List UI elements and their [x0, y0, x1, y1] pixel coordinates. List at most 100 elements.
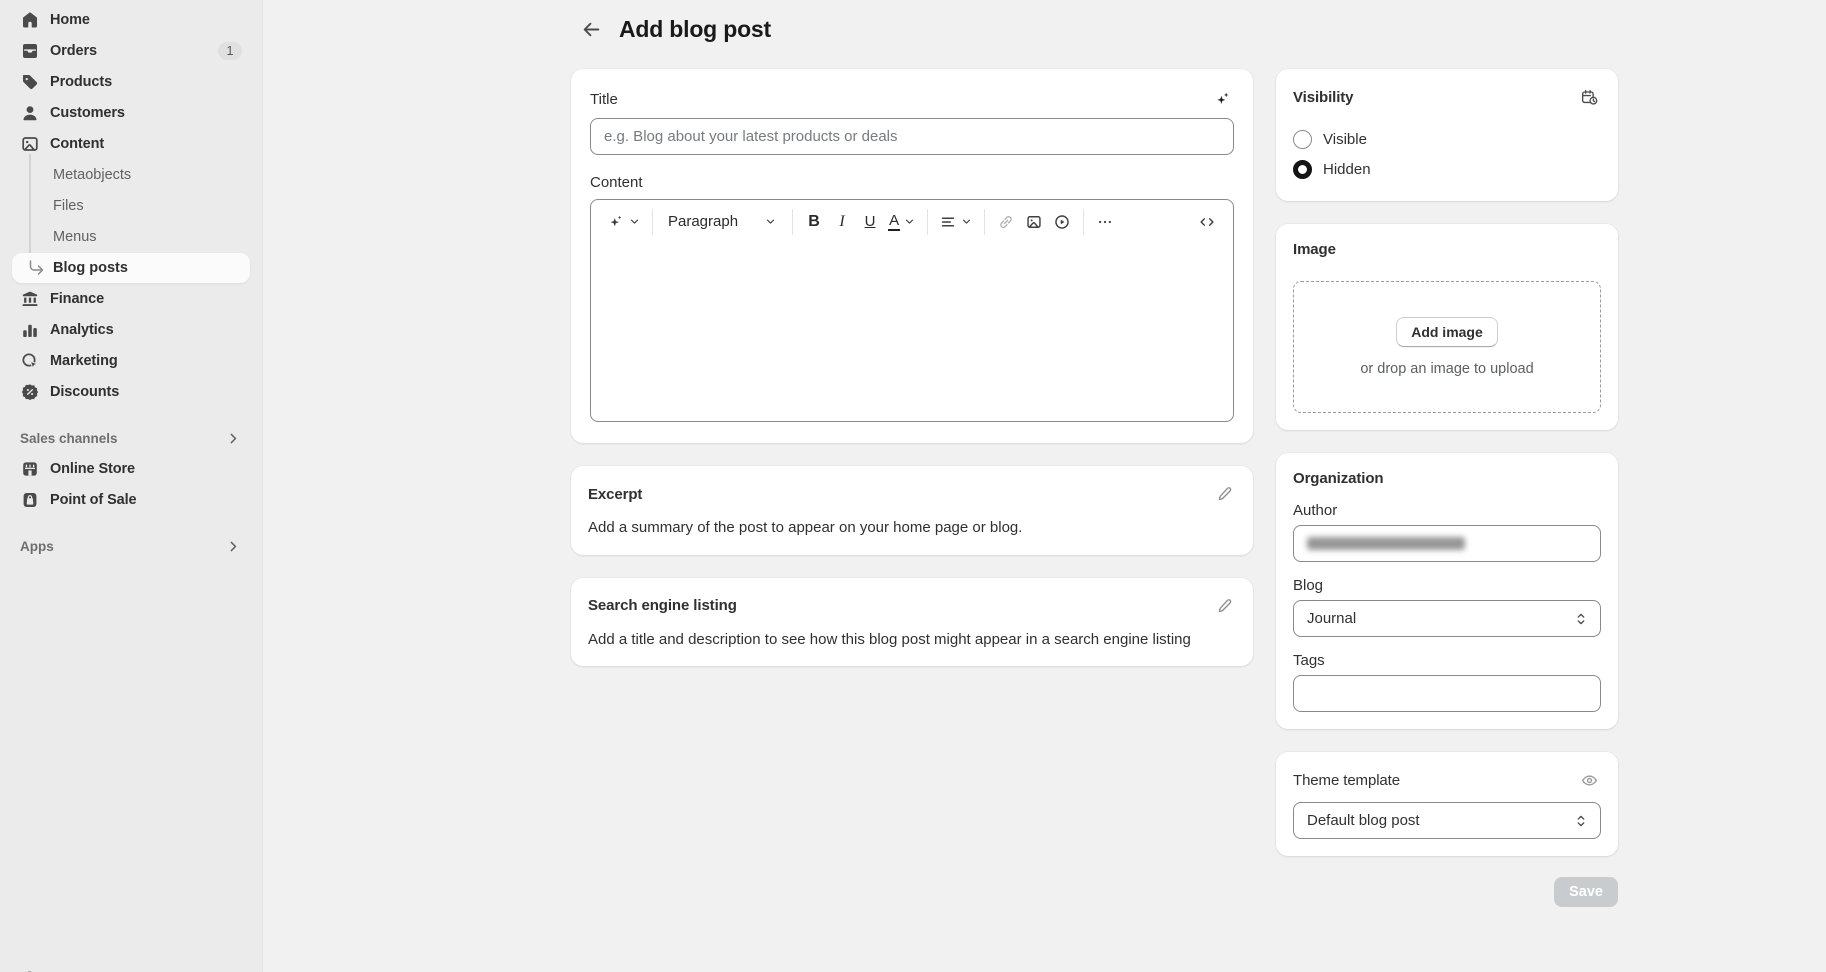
content-subnav: Metaobjects Files Menus Blog posts: [0, 160, 262, 283]
card-visibility: Visibility Visible Hidden: [1276, 69, 1618, 201]
sidebar-item-files[interactable]: Files: [12, 191, 250, 221]
toolbar-divider: [1083, 209, 1084, 235]
tags-label: Tags: [1293, 652, 1601, 669]
finance-icon: [20, 289, 40, 309]
visibility-option-visible[interactable]: Visible: [1293, 124, 1601, 154]
edit-seo-button[interactable]: [1214, 595, 1236, 617]
sidebar-item-online-store[interactable]: Online Store: [12, 454, 250, 484]
section-apps[interactable]: Apps: [12, 533, 250, 559]
drop-hint: or drop an image to upload: [1360, 361, 1533, 377]
up-down-chevrons-icon: [1573, 813, 1589, 829]
sidebar-item-label: Customers: [50, 105, 125, 121]
italic-button[interactable]: I: [828, 207, 856, 237]
section-label: Apps: [20, 539, 54, 554]
code-view-button[interactable]: [1193, 207, 1221, 237]
text-color-button[interactable]: A: [884, 207, 920, 237]
card-excerpt: Excerpt Add a summary of the post to app…: [571, 466, 1253, 555]
sidebar-item-customers[interactable]: Customers: [12, 98, 250, 128]
sidebar-item-products[interactable]: Products: [12, 67, 250, 97]
alignment-dropdown[interactable]: [935, 207, 977, 237]
chevron-down-icon: [628, 215, 641, 228]
sidebar-item-label: Point of Sale: [50, 492, 137, 508]
sidebar-item-menus[interactable]: Menus: [12, 222, 250, 252]
radio-unchecked: [1293, 130, 1312, 149]
seo-title: Search engine listing: [588, 597, 737, 614]
excerpt-title: Excerpt: [588, 486, 642, 503]
arrow-left-icon: [581, 19, 602, 40]
online-store-icon: [20, 459, 40, 479]
blog-select-value: Journal: [1307, 610, 1356, 627]
section-label: Sales channels: [20, 431, 118, 446]
back-button[interactable]: [576, 14, 606, 44]
editor-content-area[interactable]: [591, 243, 1233, 421]
image-dropzone[interactable]: Add image or drop an image to upload: [1293, 281, 1601, 413]
sidebar-item-discounts[interactable]: Discounts: [12, 377, 250, 407]
visibility-options: Visible Hidden: [1293, 124, 1601, 184]
ai-generate-title-button[interactable]: [1211, 88, 1234, 111]
more-options-button[interactable]: [1091, 207, 1119, 237]
save-row: Save: [1276, 877, 1618, 907]
image-icon: [1025, 213, 1043, 231]
theme-template-select[interactable]: Default blog post: [1293, 802, 1601, 839]
page-header: Add blog post: [576, 14, 1826, 44]
sidebar-item-blog-posts[interactable]: Blog posts: [12, 253, 250, 283]
calendar-clock-icon: [1580, 88, 1599, 107]
preview-theme-button[interactable]: [1578, 769, 1601, 792]
sidebar: Home Orders 1 Products Customers C: [0, 0, 263, 972]
products-icon: [20, 72, 40, 92]
sidebar-item-home[interactable]: Home: [12, 5, 250, 35]
sidebar-item-settings[interactable]: Settings: [12, 964, 250, 972]
sidebar-item-label: Files: [53, 198, 84, 214]
paragraph-style-value: Paragraph: [668, 213, 738, 230]
sidebar-item-point-of-sale[interactable]: Point of Sale: [12, 485, 250, 515]
content-icon: [20, 134, 40, 154]
save-button[interactable]: Save: [1554, 877, 1618, 907]
sidebar-item-label: Metaobjects: [53, 167, 131, 183]
tags-input[interactable]: [1293, 675, 1601, 712]
card-organization: Organization Author Blog Journal: [1276, 453, 1618, 729]
section-sales-channels[interactable]: Sales channels: [12, 425, 250, 451]
sidebar-item-label: Content: [50, 136, 104, 152]
visibility-option-hidden[interactable]: Hidden: [1293, 154, 1601, 184]
ai-assistant-button[interactable]: [603, 207, 645, 237]
insert-link-button[interactable]: [992, 207, 1020, 237]
add-image-button[interactable]: Add image: [1396, 317, 1498, 347]
sidebar-item-content[interactable]: Content: [12, 129, 250, 159]
author-input[interactable]: [1293, 525, 1601, 562]
toolbar-divider: [927, 209, 928, 235]
bold-button[interactable]: B: [800, 207, 828, 237]
paragraph-style-dropdown[interactable]: Paragraph: [660, 207, 785, 237]
chevron-down-icon: [960, 215, 973, 228]
rich-text-editor: Paragraph B I U A: [590, 199, 1234, 422]
sidebar-item-finance[interactable]: Finance: [12, 284, 250, 314]
title-input[interactable]: [590, 118, 1234, 155]
excerpt-description: Add a summary of the post to appear on y…: [588, 518, 1236, 538]
sidebar-item-analytics[interactable]: Analytics: [12, 315, 250, 345]
orders-count-badge: 1: [218, 42, 242, 60]
editor-toolbar: Paragraph B I U A: [591, 200, 1233, 243]
organization-title: Organization: [1293, 470, 1383, 487]
sidebar-item-marketing[interactable]: Marketing: [12, 346, 250, 376]
redacted-author-value: [1307, 537, 1465, 550]
sidebar-nav: Home Orders 1 Products Customers C: [0, 5, 262, 559]
insert-image-button[interactable]: [1020, 207, 1048, 237]
sidebar-item-metaobjects[interactable]: Metaobjects: [12, 160, 250, 190]
card-search-engine-listing: Search engine listing Add a title and de…: [571, 578, 1253, 667]
toolbar-divider: [984, 209, 985, 235]
theme-template-value: Default blog post: [1307, 812, 1420, 829]
point-of-sale-icon: [20, 490, 40, 510]
title-label: Title: [590, 91, 618, 108]
sidebar-item-label: Finance: [50, 291, 104, 307]
schedule-visibility-button[interactable]: [1578, 86, 1601, 109]
chevron-down-icon: [903, 215, 916, 228]
blog-select[interactable]: Journal: [1293, 600, 1601, 637]
link-icon: [997, 213, 1015, 231]
sparkle-icon: [1213, 90, 1232, 109]
visibility-title: Visibility: [1293, 89, 1353, 106]
underline-button[interactable]: U: [856, 207, 884, 237]
sidebar-item-orders[interactable]: Orders 1: [12, 36, 250, 66]
edit-excerpt-button[interactable]: [1214, 483, 1236, 505]
insert-video-button[interactable]: [1048, 207, 1076, 237]
sidebar-item-label: Marketing: [50, 353, 118, 369]
chevron-right-icon: [225, 430, 242, 447]
